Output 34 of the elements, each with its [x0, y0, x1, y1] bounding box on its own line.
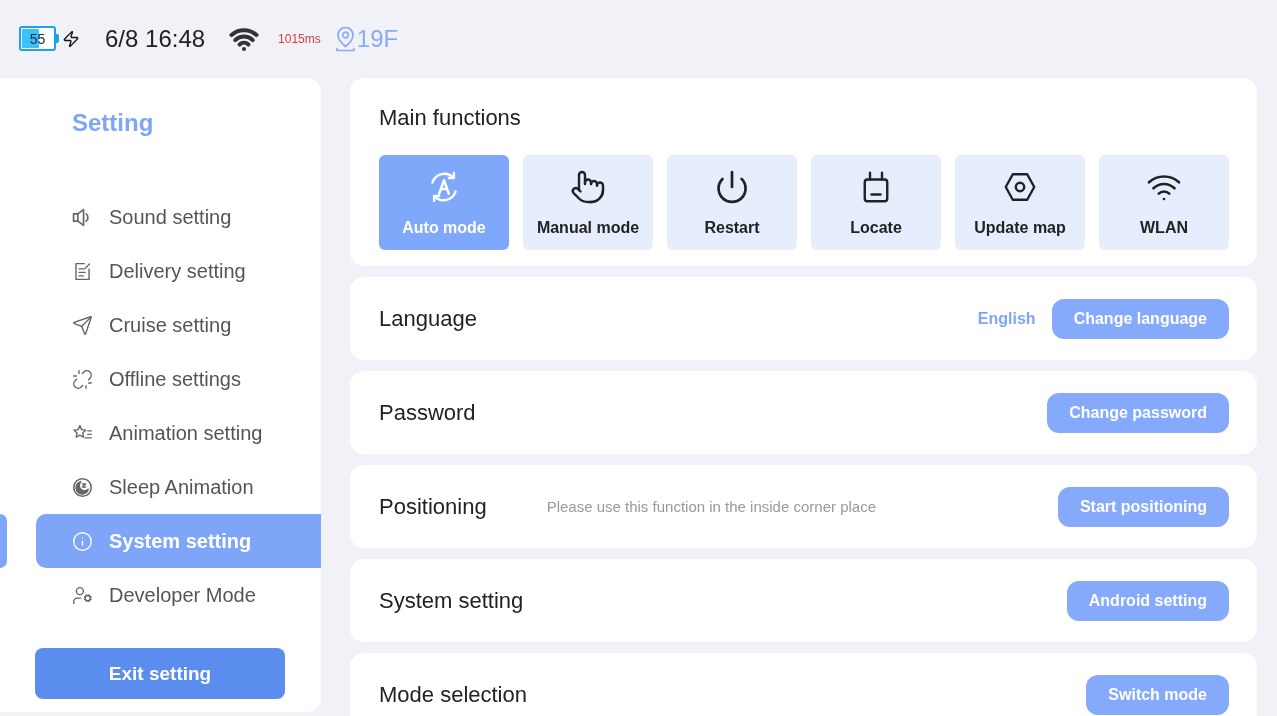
setting-title: Positioning — [379, 493, 487, 520]
clock-time: 6/8 16:48 — [105, 26, 206, 51]
floor-label: 19F — [356, 26, 399, 51]
function-tile[interactable]: Update map — [955, 155, 1085, 250]
function-tile[interactable]: WLAN — [1099, 155, 1229, 250]
sidebar-item[interactable]: Sound setting — [36, 190, 321, 244]
function-tile[interactable]: Restart — [667, 155, 797, 250]
moon-sleep-icon — [72, 476, 93, 498]
setting-title: Language — [379, 305, 477, 332]
user-gear-icon — [72, 584, 93, 606]
sidebar-item[interactable]: Sleep Animation — [36, 460, 321, 514]
setting-title: Mode selection — [379, 681, 527, 708]
setting-hint: Please use this function in the inside corner place — [546, 496, 876, 517]
sidebar-item[interactable]: Developer Mode — [36, 568, 321, 622]
function-tile[interactable]: Manual mode — [523, 155, 653, 250]
document-edit-icon — [72, 260, 93, 282]
function-tile[interactable]: Locate — [811, 155, 941, 250]
power-icon — [714, 169, 750, 205]
latency-text: 1015ms — [278, 32, 321, 45]
current-language: English — [977, 309, 1036, 328]
sidebar-item[interactable]: Offline settings — [36, 352, 321, 406]
sidebar-item[interactable]: Animation setting — [36, 406, 321, 460]
pointing-hand-icon — [570, 169, 606, 205]
sidebar-item[interactable]: Cruise setting — [36, 298, 321, 352]
broken-link-icon — [72, 368, 93, 390]
sidebar-item[interactable]: Delivery setting — [36, 244, 321, 298]
paper-plane-icon — [72, 314, 93, 336]
selection-indicator — [0, 514, 7, 568]
setting-title: System setting — [379, 587, 524, 614]
card-title: Main functions — [379, 105, 521, 131]
location-pin-icon — [334, 25, 356, 52]
info-icon — [72, 530, 93, 552]
setting-title: Password — [379, 399, 476, 426]
sidebar-title: Setting — [72, 108, 154, 138]
